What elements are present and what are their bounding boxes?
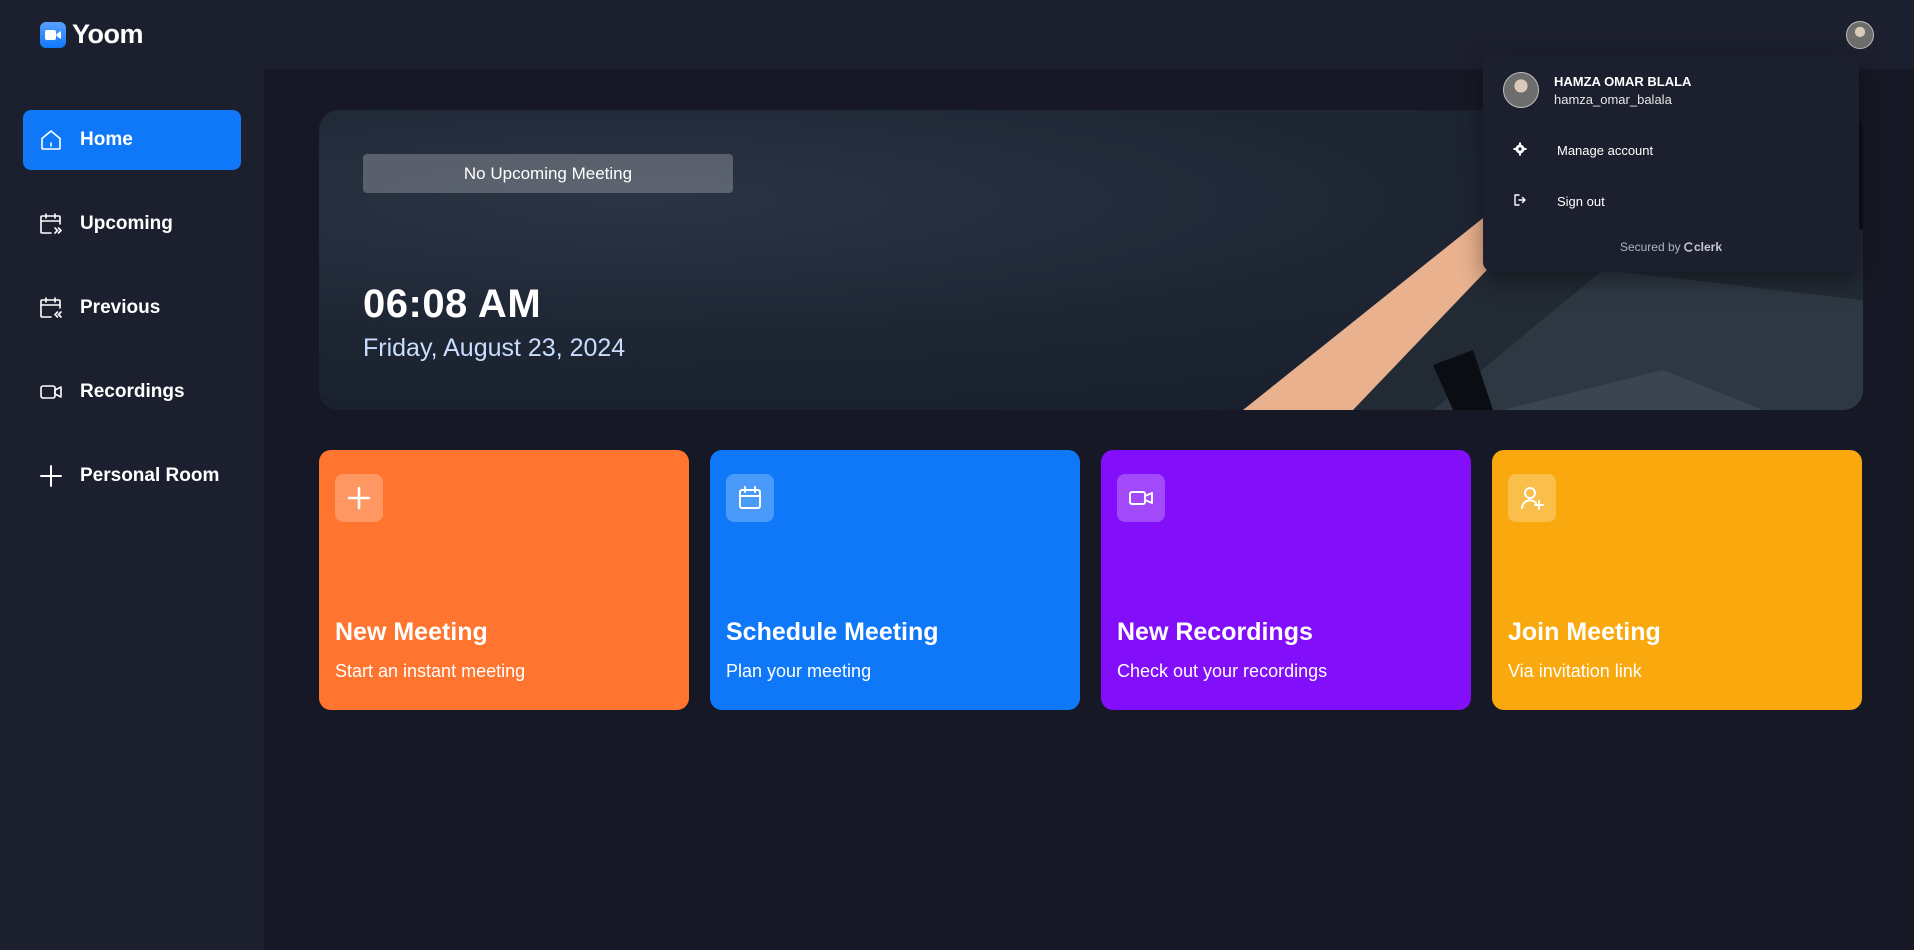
secured-by-footer: Secured by clerk (1483, 240, 1859, 255)
card-title: Join Meeting (1508, 618, 1661, 646)
brand-link[interactable]: Yoom (40, 19, 144, 50)
card-title: New Meeting (335, 618, 488, 646)
home-icon (38, 127, 64, 153)
brand-name: Yoom (72, 19, 144, 49)
calendar-back-icon (38, 295, 64, 321)
sign-out-button[interactable]: Sign out (1513, 193, 1605, 210)
sidebar-item-label: Recordings (80, 381, 185, 402)
yoom-logo-icon (40, 21, 66, 48)
sidebar-item-previous[interactable]: Previous (23, 278, 241, 338)
calendar-icon (726, 474, 774, 522)
join-meeting-card[interactable]: Join Meeting Via invitation link (1492, 450, 1862, 710)
user-menu-dropdown: HAMZA OMAR BLALA hamza_omar_balala Manag… (1483, 56, 1859, 272)
video-icon (38, 379, 64, 405)
user-info: HAMZA OMAR BLALA hamza_omar_balala (1503, 72, 1691, 108)
manage-account-button[interactable]: Manage account (1513, 142, 1653, 159)
new-recordings-card[interactable]: New Recordings Check out your recordings (1101, 450, 1471, 710)
sign-out-icon (1513, 193, 1527, 210)
avatar (1503, 72, 1539, 108)
current-date: Friday, August 23, 2024 (363, 334, 626, 362)
sidebar-item-label: Upcoming (80, 213, 173, 234)
user-full-name: HAMZA OMAR BLALA (1554, 73, 1692, 89)
plus-icon (335, 474, 383, 522)
card-title: Schedule Meeting (726, 618, 939, 646)
sidebar-item-label: Previous (80, 297, 161, 318)
clerk-logo-icon (1684, 241, 1694, 255)
card-title: New Recordings (1117, 618, 1313, 646)
upcoming-meeting-badge: No Upcoming Meeting (363, 154, 733, 193)
sign-out-label: Sign out (1557, 194, 1605, 209)
sidebar-item-label: Personal Room (80, 465, 220, 486)
new-meeting-card[interactable]: New Meeting Start an instant meeting (319, 450, 689, 710)
card-subtitle: Via invitation link (1508, 661, 1642, 681)
sidebar-item-home[interactable]: Home (23, 110, 241, 170)
video-icon (1117, 474, 1165, 522)
card-subtitle: Start an instant meeting (335, 661, 526, 681)
sidebar-item-recordings[interactable]: Recordings (23, 362, 241, 422)
plus-icon (38, 463, 64, 489)
calendar-forward-icon (38, 211, 64, 237)
sidebar-item-label: Home (80, 129, 133, 150)
schedule-meeting-card[interactable]: Schedule Meeting Plan your meeting (710, 450, 1080, 710)
user-avatar-button[interactable] (1846, 20, 1874, 49)
sidebar: Home Upcoming Previous Recordings Person… (0, 69, 264, 950)
sidebar-item-upcoming[interactable]: Upcoming (23, 194, 241, 254)
user-handle: hamza_omar_balala (1554, 91, 1672, 107)
manage-account-label: Manage account (1557, 143, 1654, 158)
card-subtitle: Check out your recordings (1117, 661, 1328, 681)
user-plus-icon (1508, 474, 1556, 522)
current-time: 06:08 AM (363, 282, 542, 326)
sidebar-item-personal-room[interactable]: Personal Room (23, 446, 241, 506)
clerk-brand: clerk (1694, 240, 1723, 254)
gear-icon (1513, 142, 1527, 159)
secured-by-label: Secured by (1619, 240, 1681, 254)
card-subtitle: Plan your meeting (726, 661, 872, 681)
